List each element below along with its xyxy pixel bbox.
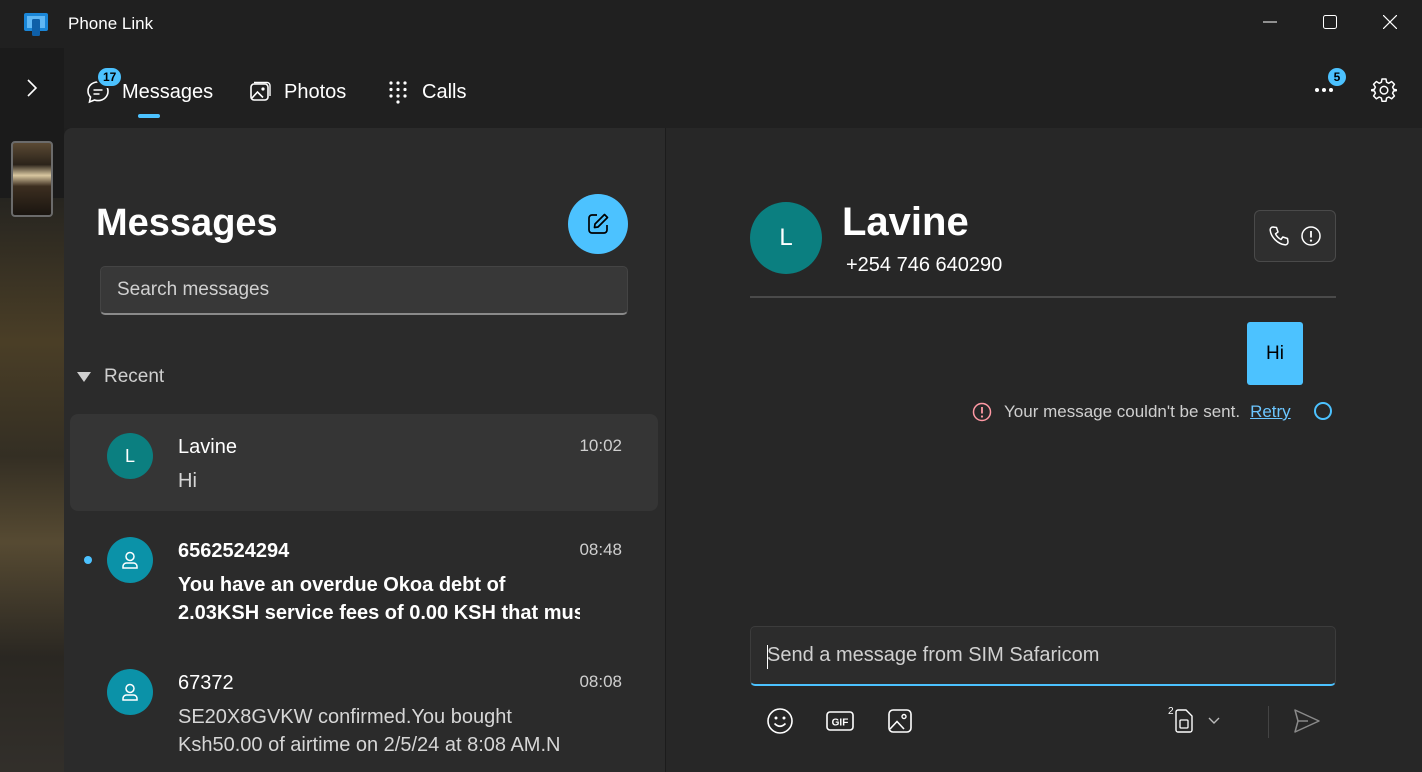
toolbar-separator xyxy=(1268,706,1269,738)
call-icon[interactable] xyxy=(1268,225,1290,247)
new-message-button[interactable] xyxy=(568,194,628,254)
device-strip xyxy=(0,48,64,772)
messages-heading: Messages xyxy=(96,202,278,244)
conversation-time: 08:08 xyxy=(579,672,622,691)
message-bubble-outgoing[interactable]: Hi xyxy=(1247,322,1303,385)
message-input[interactable] xyxy=(751,627,1335,684)
keypad-icon xyxy=(384,78,412,106)
conversation-panel: L Lavine +254 746 640290 Hi Your message… xyxy=(666,128,1422,772)
messages-list-panel: Messages Recent L Lavine 10:02 Hi 656252… xyxy=(64,128,665,772)
messages-unread-badge: 17 xyxy=(96,66,124,88)
send-button[interactable] xyxy=(1290,704,1324,738)
settings-button[interactable] xyxy=(1367,73,1401,107)
more-badge: 5 xyxy=(1326,66,1348,88)
error-icon xyxy=(972,402,992,422)
person-icon xyxy=(122,683,138,701)
tab-calls[interactable]: Calls xyxy=(384,74,466,110)
text-caret xyxy=(767,645,768,669)
tab-messages-label: Messages xyxy=(122,80,214,103)
conversation-preview: Hi xyxy=(178,470,197,492)
maximize-button[interactable] xyxy=(1307,6,1353,38)
image-icon xyxy=(888,709,912,733)
expand-sidebar-button[interactable] xyxy=(18,74,46,102)
gif-button[interactable]: GIF xyxy=(823,704,857,738)
conversation-name: Lavine xyxy=(178,436,237,458)
conversation-time: 08:48 xyxy=(579,540,622,559)
contact-actions xyxy=(1254,210,1336,262)
message-composer xyxy=(750,626,1336,686)
avatar xyxy=(107,669,153,715)
sim-selector[interactable]: 2 xyxy=(1164,704,1224,738)
contact-avatar: L xyxy=(750,202,822,274)
close-icon xyxy=(1383,15,1397,29)
chevron-down-icon xyxy=(1208,717,1220,724)
phone-thumbnail[interactable] xyxy=(11,141,53,217)
person-icon xyxy=(122,551,138,569)
image-button[interactable] xyxy=(883,704,917,738)
svg-text:GIF: GIF xyxy=(832,718,849,729)
window-title: Phone Link xyxy=(68,14,154,33)
gif-icon: GIF xyxy=(826,711,854,731)
emoji-button[interactable] xyxy=(763,704,797,738)
active-tab-indicator xyxy=(138,114,160,118)
send-error-row: Your message couldn't be sent. Retry xyxy=(972,402,1291,422)
more-icon xyxy=(1315,88,1333,92)
title-bar: Phone Link xyxy=(0,0,1422,48)
top-nav: Messages 17 Photos Calls 5 xyxy=(64,48,1422,128)
contact-name: Lavine xyxy=(842,200,969,244)
avatar: L xyxy=(107,433,153,479)
phone-link-logo-icon xyxy=(24,13,48,36)
triangle-down-icon xyxy=(77,372,91,382)
conversation-preview: 2.03KSH service fees of 0.00 KSH that mu… xyxy=(178,602,580,624)
recent-section-toggle[interactable]: Recent xyxy=(76,366,164,388)
tab-photos[interactable]: Photos xyxy=(246,74,346,110)
retry-link[interactable]: Retry xyxy=(1250,402,1291,422)
send-icon xyxy=(1294,709,1320,733)
emoji-icon xyxy=(767,708,793,734)
conversation-name: 67372 xyxy=(178,672,234,694)
info-icon[interactable] xyxy=(1300,225,1322,247)
conversation-item[interactable]: L Lavine 10:02 Hi xyxy=(70,414,658,511)
conversation-preview: You have an overdue Okoa debt of xyxy=(178,574,506,596)
close-button[interactable] xyxy=(1367,6,1413,38)
search-input[interactable] xyxy=(101,267,627,313)
sim-number: 2 xyxy=(1168,706,1174,717)
conversation-name: 6562524294 xyxy=(178,540,290,562)
conversation-preview: Ksh50.00 of airtime on 2/5/24 at 8:08 AM… xyxy=(178,734,561,756)
photos-icon xyxy=(246,78,274,106)
gear-icon xyxy=(1371,78,1397,102)
conversation-item[interactable]: 67372 08:08 SE20X8GVKW confirmed.You bou… xyxy=(70,650,658,772)
avatar xyxy=(107,537,153,583)
conversation-preview: SE20X8GVKW confirmed.You bought xyxy=(178,706,512,728)
recent-section-label: Recent xyxy=(104,366,165,387)
maximize-icon xyxy=(1323,15,1337,29)
header-divider xyxy=(750,296,1336,298)
conversation-item[interactable]: 6562524294 08:48 You have an overdue Oko… xyxy=(70,518,658,638)
wallpaper-strip xyxy=(0,198,64,772)
unread-indicator xyxy=(84,556,92,564)
minimize-icon xyxy=(1263,21,1277,23)
error-text: Your message couldn't be sent. xyxy=(1004,402,1241,421)
sim-icon xyxy=(1175,709,1193,733)
chevron-right-icon xyxy=(27,79,38,97)
minimize-button[interactable] xyxy=(1247,6,1293,38)
message-status-circle xyxy=(1314,402,1332,420)
conversation-time: 10:02 xyxy=(579,436,622,455)
tab-photos-label: Photos xyxy=(284,80,347,103)
tab-calls-label: Calls xyxy=(422,80,467,103)
contact-phone: +254 746 640290 xyxy=(846,254,1003,276)
compose-icon xyxy=(588,213,609,234)
search-box xyxy=(100,266,628,315)
